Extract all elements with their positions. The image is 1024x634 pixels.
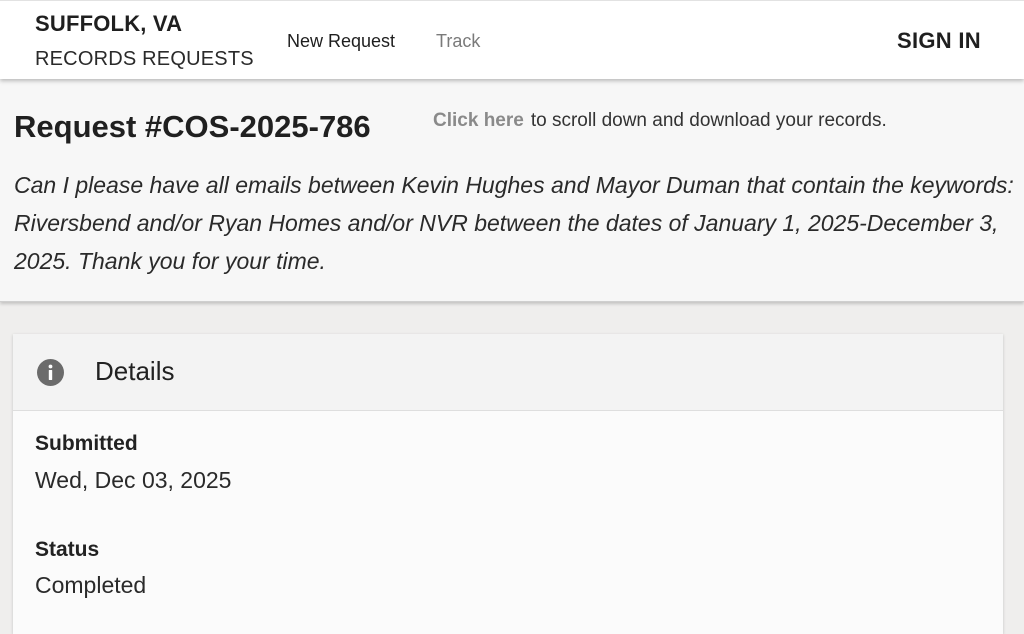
details-header: Details xyxy=(13,334,1003,411)
submitted-value: Wed, Dec 03, 2025 xyxy=(35,467,232,493)
nav-new-request-link[interactable]: New Request xyxy=(287,31,395,52)
top-navigation-bar: SUFFOLK, VA RECORDS REQUESTS New Request… xyxy=(0,0,1024,79)
brand-city: SUFFOLK, VA xyxy=(35,11,183,36)
status-value: Completed xyxy=(35,572,147,598)
download-hint: Click here to scroll down and download yo… xyxy=(433,110,887,132)
status-label: Status xyxy=(35,538,100,561)
details-title: Details xyxy=(95,356,175,386)
submitted-label: Submitted xyxy=(35,432,138,455)
request-title: Request #COS-2025-786 xyxy=(14,109,371,144)
request-description: Can I please have all emails between Kev… xyxy=(14,172,1014,274)
info-icon xyxy=(37,359,64,386)
site-brand[interactable]: SUFFOLK, VA RECORDS REQUESTS xyxy=(35,11,254,71)
nav-track-link[interactable]: Track xyxy=(436,31,480,52)
brand-subtitle: RECORDS REQUESTS xyxy=(35,48,254,70)
click-here-link[interactable]: Click here xyxy=(433,110,524,131)
request-summary-panel: Request #COS-2025-786 Click here to scrol… xyxy=(0,79,1024,302)
sign-in-button[interactable]: SIGN IN xyxy=(897,28,981,54)
download-hint-text: to scroll down and download your records… xyxy=(530,110,887,131)
details-card: Details Submitted Wed, Dec 03, 2025 Stat… xyxy=(13,334,1003,634)
